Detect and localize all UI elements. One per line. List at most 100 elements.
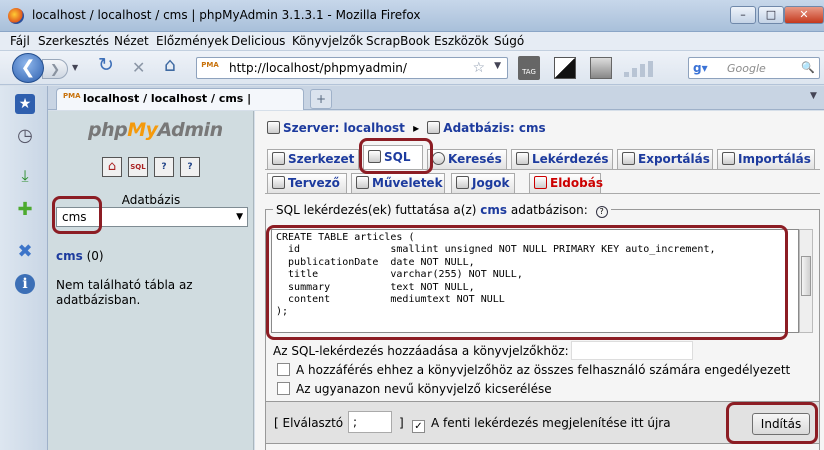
new-tab-button[interactable]: + — [310, 89, 332, 109]
sql-fieldset-legend: SQL lekérdezés(ek) futtatása a(z) cms ad… — [273, 203, 611, 218]
pma-docs-button[interactable]: ? — [154, 157, 174, 177]
search-engine-selector[interactable]: g▾ — [693, 61, 708, 75]
all-users-checkbox[interactable] — [277, 363, 290, 376]
back-button[interactable]: ❮ — [12, 53, 44, 83]
delimiter-input[interactable]: ; — [348, 411, 392, 433]
history-dropdown-icon[interactable]: ▼ — [72, 63, 78, 72]
tab-export-label: Exportálás — [638, 152, 710, 166]
tab-import-label: Importálás — [738, 152, 811, 166]
signal-bars-icon — [624, 61, 664, 77]
help-icon[interactable]: ? — [595, 206, 608, 218]
close-window-button[interactable]: ✕ — [784, 6, 824, 24]
show-query-label: A fenti lekérdezés megjelenítése itt újr… — [431, 416, 671, 430]
search-input[interactable]: Google — [727, 62, 766, 75]
tab-list-icon[interactable]: ▼ — [810, 91, 817, 101]
replace-checkbox[interactable] — [277, 382, 290, 395]
window-title: localhost / localhost / cms | phpMyAdmin… — [32, 8, 421, 22]
menu-view[interactable]: Nézet — [114, 34, 149, 48]
info-icon[interactable]: i — [15, 274, 35, 294]
tab-sql[interactable]: SQL — [363, 145, 423, 170]
db-cms-link[interactable]: cms — [56, 249, 83, 263]
tab-drop[interactable]: Eldobás — [529, 173, 603, 193]
delimiter-close: ] — [399, 416, 404, 430]
tools-puzzle-icon[interactable]: ✖ — [15, 242, 35, 262]
tab-structure[interactable]: Szerkezet — [267, 149, 359, 169]
drop-icon — [534, 176, 547, 189]
query-icon — [516, 152, 529, 165]
menu-bookmarks[interactable]: Könyvjelzők — [292, 34, 363, 48]
bookmarks-sidebar-icon[interactable]: ★ — [15, 94, 35, 114]
query-window-button[interactable]: SQL — [128, 157, 148, 177]
breadcrumb-separator: ▸ — [413, 121, 420, 135]
navigation-toolbar: ❯ ❮ ▼ ↻ ✕ ⌂ PMA http://localhost/phpmyad… — [0, 51, 824, 85]
scrollbar-thumb[interactable] — [801, 256, 811, 296]
tab-import[interactable]: Importálás — [717, 149, 815, 169]
tab-query-label: Lekérdezés — [532, 152, 609, 166]
tab-sql-label: SQL — [384, 150, 411, 164]
bookmark-star-icon[interactable]: ☆ — [472, 60, 485, 76]
history-sidebar-icon[interactable]: ◷ — [15, 126, 35, 146]
tab-privileges[interactable]: Jogok — [451, 173, 515, 193]
forward-button[interactable]: ❯ — [42, 59, 68, 79]
phpmyadmin-logo[interactable]: phpMyAdmin — [88, 119, 223, 141]
menu-edit[interactable]: Szerkesztés — [38, 34, 109, 48]
db-table-count: (0) — [86, 249, 104, 263]
screen-grab-icon[interactable] — [554, 57, 576, 79]
url-text[interactable]: http://localhost/phpmyadmin/ — [229, 61, 407, 75]
bookmark-name-input[interactable] — [571, 341, 693, 360]
db-link-row: cms (0) — [56, 249, 104, 263]
tab-search[interactable]: Keresés — [427, 149, 507, 169]
menu-file[interactable]: Fájl — [10, 34, 30, 48]
menu-scrapbook[interactable]: ScrapBook — [366, 34, 430, 48]
addons-puzzle-icon[interactable]: ✚ — [15, 200, 35, 220]
home-icon[interactable]: ⌂ — [164, 56, 176, 75]
designer-icon — [272, 176, 285, 189]
search-icon[interactable]: 🔍 — [801, 61, 815, 74]
tab-designer[interactable]: Tervező — [267, 173, 347, 193]
tab-operations[interactable]: Műveletek — [351, 173, 445, 193]
logo-my: My — [127, 119, 158, 141]
url-dropdown-icon[interactable]: ▼ — [494, 61, 501, 71]
search-box[interactable]: g▾ Google 🔍 — [688, 57, 820, 79]
menu-help[interactable]: Súgó — [494, 34, 524, 48]
sql-textarea-scrollbar[interactable] — [799, 229, 813, 333]
database-select[interactable]: cms ▼ — [56, 207, 248, 227]
menu-tools[interactable]: Eszközök — [434, 34, 489, 48]
addon-icon[interactable] — [590, 57, 612, 79]
chk-row-all-users: A hozzáférés ehhez a könyvjelzőhöz az ös… — [277, 363, 790, 377]
legend-db-name: cms — [480, 203, 508, 217]
mysql-docs-button[interactable]: ? — [180, 157, 200, 177]
tab-drop-label: Eldobás — [550, 176, 603, 190]
reload-icon[interactable]: ↻ — [98, 56, 114, 75]
pma-navigation-frame: phpMyAdmin ⌂ SQL ? ? Adatbázis cms ▼ cms… — [48, 111, 254, 450]
stop-icon[interactable]: ✕ — [132, 60, 145, 76]
legend-suffix: adatbázison: — [510, 203, 588, 217]
server-icon — [267, 121, 280, 134]
side-toolbar: ★ ◷ ⤓ ✚ ✖ i — [0, 86, 48, 450]
tab-search-label: Keresés — [448, 152, 502, 166]
tab-query[interactable]: Lekérdezés — [511, 149, 613, 169]
menu-history[interactable]: Előzmények — [156, 34, 229, 48]
tab-export[interactable]: Exportálás — [617, 149, 713, 169]
go-button[interactable]: Indítás — [752, 413, 810, 435]
export-icon — [622, 152, 635, 165]
downloads-icon[interactable]: ⤓ — [15, 166, 35, 186]
delimiter-label: [ Elválasztó — [274, 416, 344, 430]
sql-query-textarea[interactable]: CREATE TABLE articles ( id smallint unsi… — [271, 229, 799, 333]
minimize-button[interactable]: – — [730, 6, 756, 24]
tab-favicon-icon: PMA — [63, 92, 81, 100]
menu-delicious[interactable]: Delicious — [231, 34, 285, 48]
tab-operations-label: Műveletek — [372, 176, 443, 190]
browser-tab-phpmyadmin[interactable]: PMA localhost / localhost / cms | phpMyA… — [56, 88, 304, 125]
breadcrumb-database[interactable]: Adatbázis: cms — [443, 121, 545, 135]
database-select-value: cms — [62, 210, 87, 224]
window-title-bar: localhost / localhost / cms | phpMyAdmin… — [0, 0, 824, 32]
url-bar[interactable]: PMA http://localhost/phpmyadmin/ ☆ ▼ — [196, 57, 508, 79]
pma-main-frame: Szerver: localhost ▸ Adatbázis: cms Szer… — [255, 111, 824, 450]
show-query-checkbox[interactable]: ✓ — [412, 420, 425, 433]
home-button[interactable]: ⌂ — [102, 157, 122, 177]
breadcrumb-server[interactable]: Szerver: localhost — [283, 121, 405, 135]
maximize-button[interactable]: □ — [758, 6, 784, 24]
structure-icon — [272, 152, 285, 165]
tag-icon[interactable]: TAG — [518, 56, 540, 80]
